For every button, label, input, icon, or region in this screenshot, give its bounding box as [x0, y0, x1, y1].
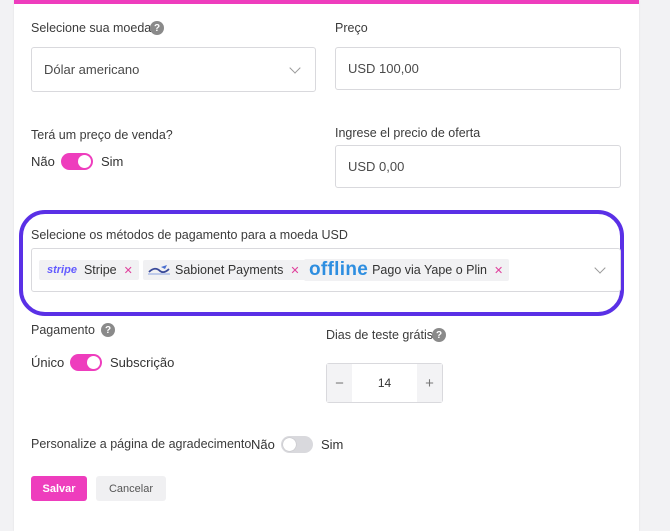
thanks-toggle-on-label: Sim [321, 437, 344, 452]
price-input-value: USD 100,00 [348, 61, 419, 76]
offer-price-input[interactable]: USD 0,00 [335, 145, 621, 188]
payment-toggle-left-label: Único [31, 355, 65, 370]
toggle-knob [87, 356, 100, 369]
trial-days-label: Dias de teste grátis [326, 328, 433, 342]
payment-chip-sabionet: Sabionet Payments ✕ [143, 260, 306, 280]
help-icon[interactable]: ? [432, 328, 446, 342]
payment-methods-label: Selecione os métodos de pagamento para a… [31, 228, 348, 242]
trial-days-value[interactable]: 14 [352, 364, 417, 402]
toggle-knob [78, 155, 91, 168]
decrement-button[interactable]: − [327, 364, 352, 402]
chip-label: Stripe [83, 263, 117, 277]
payment-chip-offline: offline Pago via Yape o Plin ✕ [304, 259, 510, 281]
help-icon[interactable]: ? [101, 323, 115, 337]
offline-logo: offline [309, 259, 369, 280]
thanks-page-toggle[interactable] [281, 436, 313, 453]
sale-toggle-on-label: Sim [101, 154, 124, 169]
accent-top-bar [14, 0, 639, 4]
thanks-page-label: Personalize a página de agradecimento [31, 437, 252, 451]
save-button[interactable]: Salvar [31, 476, 87, 501]
chevron-down-icon [289, 62, 301, 74]
trial-days-stepper: − 14 + [326, 363, 443, 403]
chevron-down-icon[interactable] [594, 262, 606, 274]
price-label: Preço [335, 21, 368, 35]
help-icon[interactable]: ? [150, 21, 164, 35]
cancel-button[interactable]: Cancelar [96, 476, 166, 501]
payment-type-toggle[interactable] [70, 354, 102, 371]
offer-price-label: Ingrese el precio de oferta [335, 126, 481, 140]
remove-chip-icon[interactable]: ✕ [124, 264, 133, 277]
thanks-toggle-off-label: Não [251, 437, 275, 452]
payment-chip-stripe: stripe Stripe ✕ [39, 260, 139, 280]
currency-label: Selecione sua moeda [31, 21, 152, 35]
toggle-knob [283, 438, 296, 451]
currency-select[interactable]: Dólar americano [31, 47, 316, 92]
payment-toggle-right-label: Subscrição [110, 355, 175, 370]
increment-button[interactable]: + [417, 364, 442, 402]
remove-chip-icon[interactable]: ✕ [494, 264, 503, 277]
payment-methods-select[interactable]: stripe Stripe ✕ Sabionet Payments ✕ offl… [31, 248, 621, 292]
chip-label: Pago via Yape o Plin [372, 263, 487, 277]
offer-price-input-value: USD 0,00 [348, 159, 405, 174]
stripe-logo: stripe [47, 264, 77, 276]
chip-label: Sabionet Payments [175, 263, 284, 277]
remove-chip-icon[interactable]: ✕ [290, 264, 299, 277]
sale-toggle-off-label: Não [31, 154, 55, 169]
currency-select-value: Dólar americano [44, 62, 140, 77]
sabionet-logo-icon [148, 265, 170, 275]
payment-type-label: Pagamento [31, 323, 95, 337]
price-input[interactable]: USD 100,00 [335, 47, 621, 90]
sale-price-label: Terá um preço de venda? [31, 128, 173, 142]
sale-price-toggle[interactable] [61, 153, 93, 170]
